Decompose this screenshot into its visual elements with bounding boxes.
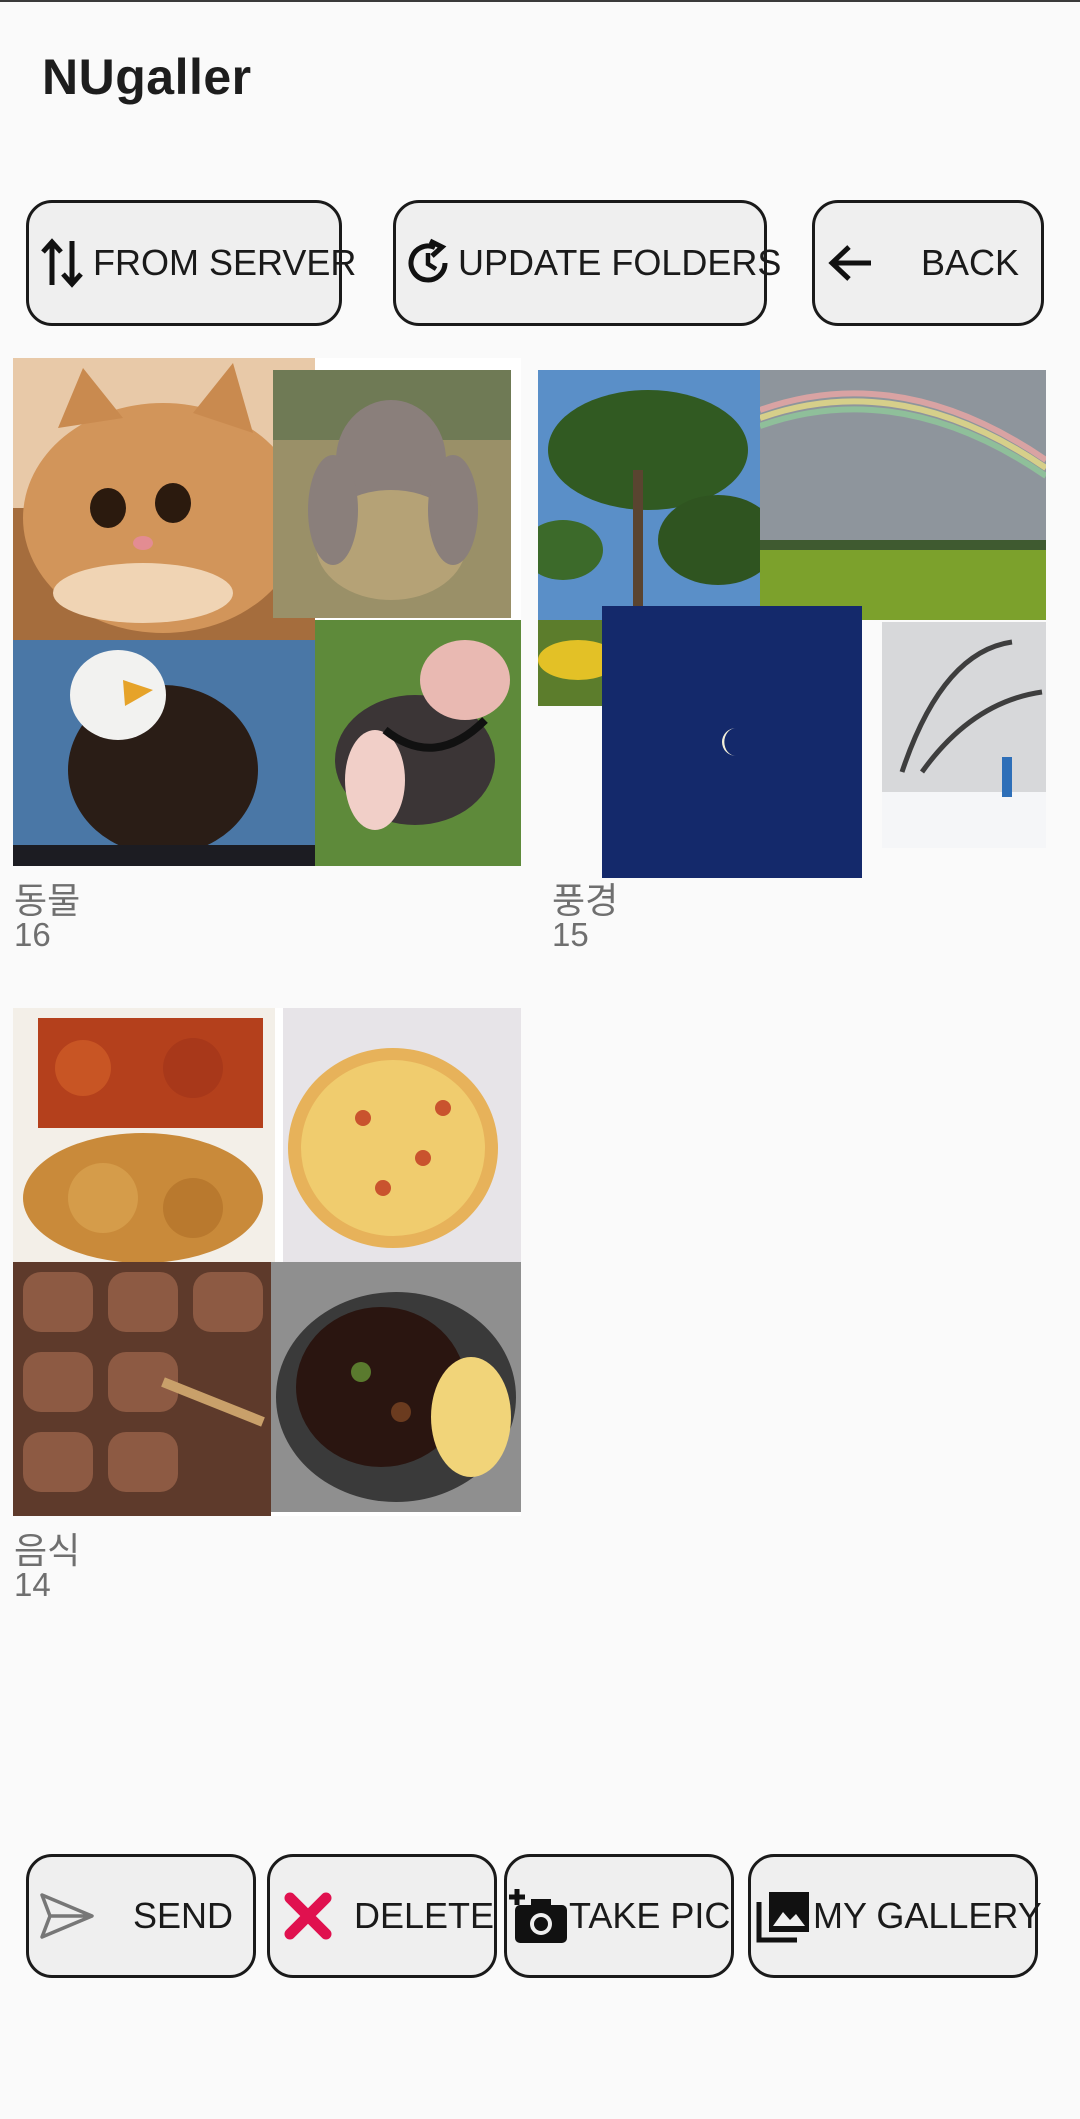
back-label: BACK bbox=[921, 242, 1020, 283]
my-gallery-button[interactable]: MY GALLERY bbox=[748, 1854, 1042, 1978]
arrow-left-icon bbox=[828, 245, 871, 281]
from-server-label: FROM SERVER bbox=[93, 242, 357, 283]
hippo-photo bbox=[273, 370, 511, 618]
photo-library-icon bbox=[756, 1892, 809, 1943]
folder-landscape[interactable]: 풍경 15 bbox=[538, 358, 1046, 958]
take-pic-button[interactable]: TAKE PIC bbox=[504, 1854, 734, 1978]
close-x-icon bbox=[284, 1892, 332, 1940]
delete-label: DELETE bbox=[354, 1895, 495, 1936]
folder-thumbnail-food bbox=[13, 1008, 521, 1516]
folder-count: 16 bbox=[14, 916, 51, 953]
folder-count: 15 bbox=[552, 916, 589, 953]
my-gallery-label: MY GALLERY bbox=[813, 1895, 1042, 1936]
jajangmyeon-photo bbox=[271, 1262, 521, 1512]
back-button[interactable]: BACK bbox=[812, 200, 1044, 326]
swap-vertical-icon bbox=[41, 238, 83, 288]
status-divider bbox=[0, 0, 1080, 2]
moon-night-photo bbox=[602, 606, 862, 878]
send-label: SEND bbox=[133, 1895, 234, 1936]
snow-park-photo bbox=[882, 622, 1046, 848]
delete-button[interactable]: DELETE bbox=[267, 1854, 497, 1978]
update-folders-label: UPDATE FOLDERS bbox=[458, 242, 782, 283]
pizza-photo bbox=[283, 1008, 521, 1262]
take-pic-label: TAKE PIC bbox=[569, 1895, 731, 1936]
folder-count: 14 bbox=[14, 1566, 51, 1603]
folder-thumbnail-animals bbox=[13, 358, 521, 866]
folder-thumbnail-landscape bbox=[538, 358, 1046, 878]
folder-animals[interactable]: 동물 16 bbox=[13, 358, 521, 958]
send-icon bbox=[40, 1893, 94, 1939]
folder-food[interactable]: 음식 14 bbox=[13, 1008, 521, 1608]
send-button[interactable]: SEND bbox=[26, 1854, 256, 1978]
update-folders-button[interactable]: UPDATE FOLDERS bbox=[393, 200, 781, 326]
add-camera-icon bbox=[509, 1889, 567, 1943]
pig-photo bbox=[315, 620, 521, 866]
rainbow-field-photo bbox=[760, 370, 1046, 620]
from-server-button[interactable]: FROM SERVER bbox=[26, 200, 356, 326]
chocolate-dessert-photo bbox=[13, 1262, 271, 1516]
fried-chicken-photo bbox=[13, 1008, 275, 1266]
cat-photo bbox=[13, 358, 315, 640]
refresh-clock-icon bbox=[408, 238, 448, 283]
app-title: NUgaller bbox=[42, 49, 252, 105]
eagle-photo bbox=[13, 640, 315, 866]
